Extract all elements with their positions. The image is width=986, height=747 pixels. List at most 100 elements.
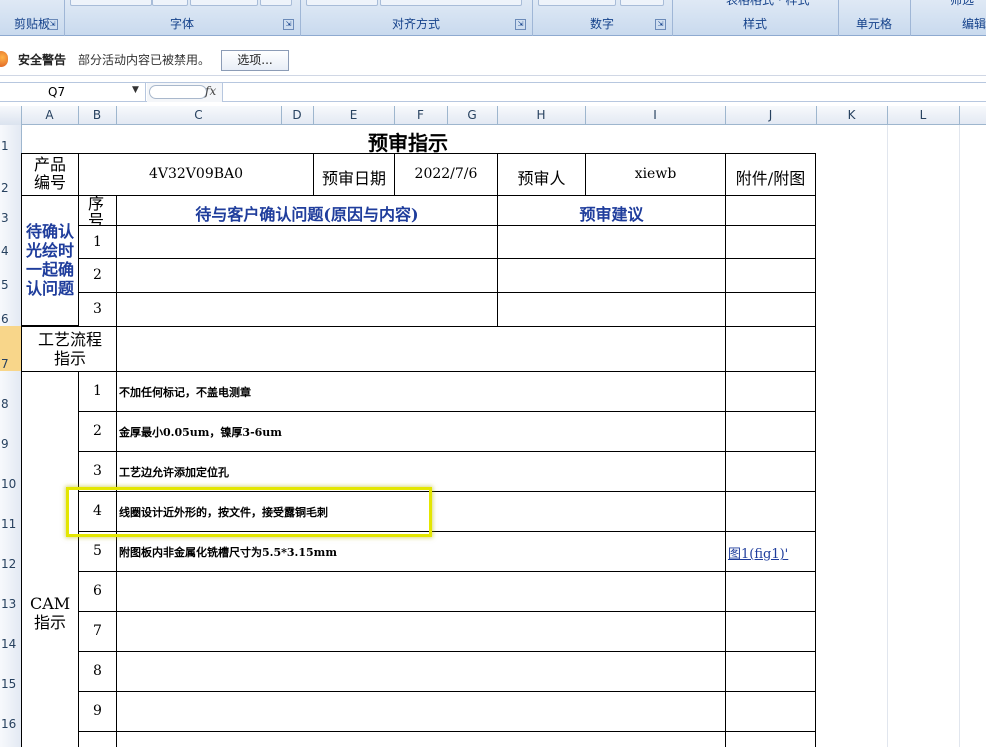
cam-row-no[interactable]: 6 [78, 571, 117, 612]
column-header-a[interactable]: A [21, 106, 79, 125]
chevron-down-icon[interactable]: ▼ [132, 85, 139, 95]
row-header-5[interactable]: 5 [0, 258, 22, 293]
cam-row-attach-cell[interactable] [725, 371, 816, 412]
column-header-c[interactable]: C [116, 106, 282, 125]
pending-attach-cell[interactable] [725, 258, 816, 293]
cam-row-text-cell[interactable]: 工艺边允许添加定位孔 [116, 451, 726, 492]
cam-row-no[interactable]: 7 [78, 611, 117, 652]
cell-attach-label[interactable]: 附件/附图 [725, 153, 816, 196]
row-header-4[interactable]: 4 [0, 225, 22, 259]
cell-date-label[interactable]: 预审日期 [313, 153, 395, 196]
pending-issue-cell[interactable] [116, 225, 498, 259]
name-box[interactable]: Q7 ▼ [0, 83, 146, 102]
column-header-h[interactable]: H [497, 106, 586, 125]
cell-process-attach[interactable] [725, 326, 816, 372]
ribbon-group-clipboard[interactable]: 剪贴板 ⇲ [0, 0, 65, 36]
ribbon-group-number[interactable]: 数字 ⇲ [532, 0, 673, 36]
column-header-g[interactable]: G [447, 106, 498, 125]
pending-issue-cell[interactable] [116, 292, 498, 327]
pending-issue-cell[interactable] [116, 258, 498, 293]
fx-icon[interactable]: fx [205, 84, 216, 98]
worksheet-grid[interactable]: A B C D E F G H I J K L 1 2 3 4 5 6 7 8 … [0, 106, 986, 747]
ribbon-group-editing[interactable]: 筛选 编辑 [910, 0, 986, 36]
column-header-d[interactable]: D [281, 106, 314, 125]
cam-row-attach-cell[interactable]: 图1(fig1)' [725, 531, 816, 572]
row-header-10[interactable]: 10 [0, 451, 22, 492]
cam-row-text-cell[interactable]: 金厚最小0.05um，镍厚3-6um [116, 411, 726, 452]
pending-suggest-cell[interactable] [497, 292, 726, 327]
ribbon-group-cells[interactable]: 单元格 [838, 0, 911, 36]
cam-row-text-cell[interactable] [116, 651, 726, 692]
cell-issue-header[interactable]: 待与客户确认问题(原因与内容) [116, 195, 498, 226]
cam-row-attach-cell[interactable] [725, 691, 816, 732]
column-header-b[interactable]: B [78, 106, 117, 125]
column-header-m[interactable] [959, 106, 986, 125]
cam-row-attach-cell[interactable] [725, 651, 816, 692]
cam-row-no[interactable]: 8 [78, 651, 117, 692]
cam-row-text-cell[interactable] [116, 571, 726, 612]
row-header-7[interactable]: 7 [0, 326, 22, 372]
cell-seq-label[interactable]: 序号 [78, 195, 117, 226]
cell-product-no[interactable]: 4V32V09BA0 [78, 153, 314, 196]
cell-attach[interactable] [725, 195, 816, 226]
cam-row-text-cell[interactable]: 不加任何标记，不盖电测章 [116, 371, 726, 412]
row-header-15[interactable]: 15 [0, 651, 22, 692]
merge-buttons[interactable] [380, 0, 522, 6]
cam-row-no[interactable]: 5 [78, 531, 117, 572]
styles-buttons-label[interactable]: 表格格式 · 样式 [726, 0, 809, 8]
formula-input[interactable] [224, 83, 986, 102]
dialog-launcher-icon[interactable]: ⇲ [283, 19, 294, 30]
select-all-corner[interactable] [0, 106, 22, 125]
pending-row-no[interactable]: 3 [78, 292, 117, 327]
cell-date-value[interactable]: 2022/7/6 [394, 153, 498, 196]
align-buttons[interactable] [306, 0, 378, 6]
row-header-17[interactable] [0, 731, 22, 747]
formula-bar-handle[interactable] [149, 85, 207, 99]
ribbon-group-alignment[interactable]: 对齐方式 ⇲ [300, 0, 533, 36]
cam-row-attach-cell[interactable] [725, 451, 816, 492]
column-header-f[interactable]: F [394, 106, 448, 125]
ribbon-group-font[interactable]: 字体 ⇲ [64, 0, 301, 36]
cam-row-text-cell[interactable] [116, 731, 726, 747]
cam-row-no[interactable] [78, 731, 117, 747]
number-format-box[interactable] [538, 0, 616, 6]
cell-pending-label[interactable]: 待确认光绘时一起确认问题 [21, 195, 79, 326]
filter-button-label[interactable]: 筛选 [950, 0, 974, 8]
pending-row-no[interactable]: 1 [78, 225, 117, 259]
cam-row-text-cell[interactable]: 附图板内非金属化铣槽尺寸为5.5*3.15mm [116, 531, 726, 572]
cell-process-content[interactable] [116, 326, 726, 372]
cam-row-attach-cell[interactable] [725, 411, 816, 452]
font-color-button[interactable] [260, 0, 292, 6]
cam-row-text-cell[interactable] [116, 611, 726, 652]
ribbon-group-styles[interactable]: 表格格式 · 样式 样式 [672, 0, 839, 36]
row-header-2[interactable]: 2 [0, 153, 22, 196]
row-header-1[interactable]: 1 [0, 125, 22, 154]
row-header-8[interactable]: 8 [0, 371, 22, 412]
pending-row-no[interactable]: 2 [78, 258, 117, 293]
cell-reviewer-value[interactable]: xiewb [585, 153, 726, 196]
cam-row-attach-cell[interactable] [725, 611, 816, 652]
pending-suggest-cell[interactable] [497, 225, 726, 259]
number-buttons[interactable] [620, 0, 664, 6]
cam-row-attach-cell[interactable] [725, 731, 816, 747]
column-header-j[interactable]: J [725, 106, 817, 125]
cam-row-no[interactable]: 2 [78, 411, 117, 452]
row-header-6[interactable]: 6 [0, 292, 22, 327]
cam-row-text-cell[interactable] [116, 691, 726, 732]
row-header-11[interactable]: 11 [0, 491, 22, 532]
column-header-i[interactable]: I [585, 106, 726, 125]
font-name-box[interactable] [70, 0, 152, 6]
font-buttons[interactable] [190, 0, 258, 6]
row-header-14[interactable]: 14 [0, 611, 22, 652]
options-button[interactable]: 选项... [221, 50, 289, 71]
row-header-9[interactable]: 9 [0, 411, 22, 452]
column-header-l[interactable]: L [887, 106, 960, 125]
cell-reviewer-label[interactable]: 预审人 [497, 153, 586, 196]
column-header-e[interactable]: E [313, 106, 395, 125]
row-header-16[interactable]: 16 [0, 691, 22, 732]
cell-process-label[interactable]: 工艺流程指示 [21, 326, 117, 372]
row-header-13[interactable]: 13 [0, 571, 22, 612]
cell-product-label[interactable]: 产品编号 [21, 153, 79, 196]
column-header-k[interactable]: K [816, 106, 888, 125]
cam-row-attach-cell[interactable] [725, 491, 816, 532]
